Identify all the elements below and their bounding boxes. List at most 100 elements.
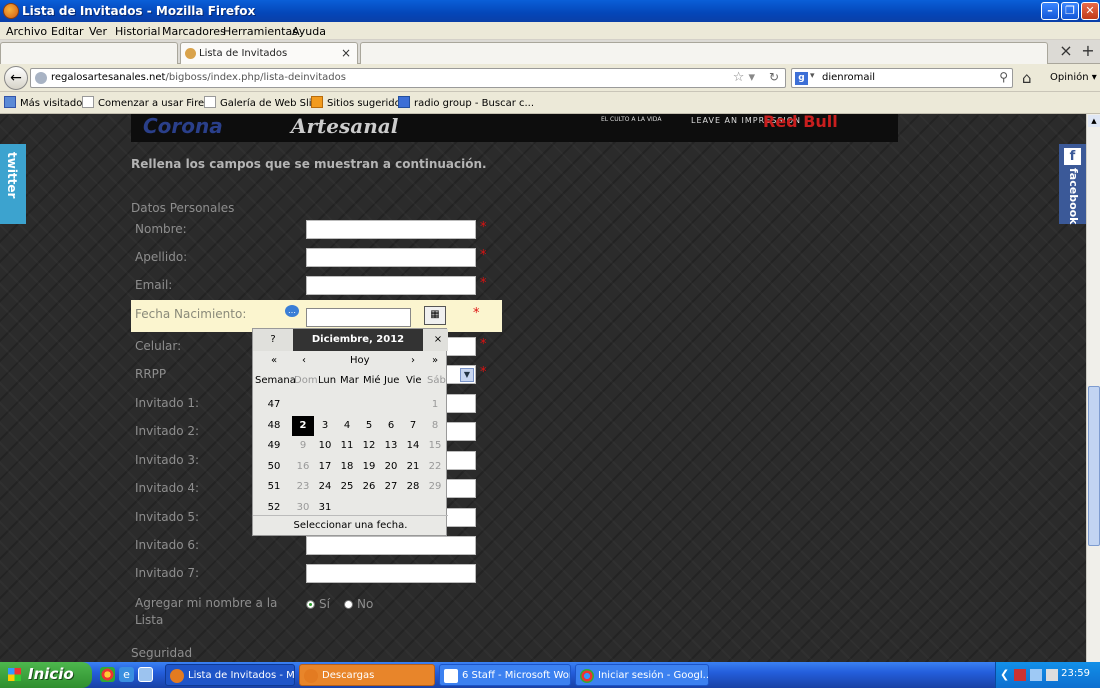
tray-back-icon[interactable]: ❮ <box>1000 668 1009 681</box>
maximize-button[interactable]: ❐ <box>1061 2 1079 20</box>
opinion-button[interactable]: Opinión ▾ <box>1050 72 1097 83</box>
menu-herramientas[interactable]: Herramientas <box>223 25 298 38</box>
google-engine-icon[interactable]: g <box>795 72 808 85</box>
bookmark-star-icon[interactable]: ☆ ▾ <box>733 70 755 85</box>
task-firefox[interactable]: Lista de Invitados - M... <box>165 664 295 686</box>
home-icon[interactable]: ⌂ <box>1022 69 1032 87</box>
bookmark-radio-group[interactable]: radio group - Buscar c... <box>398 96 534 109</box>
calendar-day[interactable]: 26 <box>358 477 380 497</box>
scroll-up-icon[interactable]: ▲ <box>1088 115 1100 127</box>
calendar-day[interactable]: 21 <box>402 457 424 477</box>
bookmark-comenzar[interactable]: Comenzar a usar Firef... <box>82 96 216 109</box>
facebook-side-tab[interactable]: f facebook <box>1059 144 1086 225</box>
url-text[interactable]: regalosartesanales.net/bigboss/index.php… <box>51 72 346 83</box>
calendar-button-icon[interactable]: ▦ <box>424 306 446 325</box>
calendar-day[interactable]: 5 <box>358 416 380 436</box>
calendar-day[interactable]: 29 <box>424 477 446 497</box>
calendar-day[interactable]: 4 <box>336 416 358 436</box>
vertical-scrollbar[interactable]: ▲ <box>1086 114 1100 662</box>
calendar-day[interactable]: 3 <box>314 416 336 436</box>
calendar-day[interactable]: 17 <box>314 457 336 477</box>
calendar-day[interactable]: 1 <box>424 395 446 415</box>
tab-lista-invitados[interactable]: Lista de Invitados × <box>180 42 358 64</box>
search-value[interactable]: dienromail <box>822 72 875 83</box>
radio-si-circle[interactable] <box>306 600 315 609</box>
menu-editar[interactable]: Editar <box>51 25 84 38</box>
tray-security-icon[interactable] <box>1014 669 1026 681</box>
chrome-quicklaunch-icon[interactable] <box>100 667 115 682</box>
help-bubble-icon[interactable]: … <box>285 305 299 317</box>
tab-list-close-icon[interactable]: × <box>1054 42 1078 62</box>
new-tab-icon[interactable]: + <box>1076 42 1100 62</box>
calendar-day[interactable]: 24 <box>314 477 336 497</box>
calendar-day[interactable]: 9 <box>292 436 314 456</box>
url-bar[interactable]: regalosartesanales.net/bigboss/index.php… <box>30 68 786 88</box>
calendar-day[interactable]: 8 <box>424 416 446 436</box>
tray-volume-icon[interactable] <box>1046 669 1058 681</box>
calendar-day[interactable]: 6 <box>380 416 402 436</box>
calendar-day[interactable]: 18 <box>336 457 358 477</box>
prev-month-button[interactable]: ‹ <box>302 355 306 366</box>
calendar-day[interactable]: 2 <box>292 415 314 436</box>
desktop-quicklaunch-icon[interactable] <box>138 667 153 682</box>
minimize-button[interactable]: – <box>1041 2 1059 20</box>
calendar-close-button[interactable]: × <box>428 329 448 351</box>
calendar-day[interactable]: 27 <box>380 477 402 497</box>
tab-blank[interactable] <box>0 42 178 64</box>
calendar-help-button[interactable]: ? <box>253 329 293 351</box>
email-input[interactable] <box>306 276 476 295</box>
start-button[interactable]: Inicio <box>0 662 92 688</box>
calendar-day[interactable]: 16 <box>292 457 314 477</box>
back-arrow-icon[interactable]: ← <box>4 66 28 90</box>
search-icon[interactable]: ⚲ <box>999 70 1008 84</box>
task-word[interactable]: 6 Staff - Microsoft Word <box>439 664 571 686</box>
calendar-day[interactable]: 19 <box>358 457 380 477</box>
calendar-day[interactable]: 14 <box>402 436 424 456</box>
calendar-day[interactable]: 23 <box>292 477 314 497</box>
bookmark-galeria[interactable]: Galería de Web Slice <box>204 96 323 109</box>
calendar-day[interactable]: 15 <box>424 436 446 456</box>
ie-quicklaunch-icon[interactable]: e <box>119 667 134 682</box>
apellido-input[interactable] <box>306 248 476 267</box>
calendar-day[interactable]: 12 <box>358 436 380 456</box>
next-month-button[interactable]: › <box>411 355 415 366</box>
menu-historial[interactable]: Historial <box>115 25 160 38</box>
invitado-6-input[interactable] <box>306 536 476 555</box>
radio-no-circle[interactable] <box>344 600 353 609</box>
fecha-nacimiento-input[interactable] <box>306 308 411 327</box>
menu-ayuda[interactable]: Ayuda <box>292 25 326 38</box>
radio-si-label: Sí <box>319 597 330 611</box>
twitter-side-tab[interactable]: twitter <box>0 144 26 224</box>
today-button[interactable]: Hoy <box>350 355 370 366</box>
task-descargas[interactable]: Descargas <box>299 664 435 686</box>
calendar-day[interactable]: 25 <box>336 477 358 497</box>
tab-close-icon[interactable]: × <box>341 46 351 60</box>
nombre-input[interactable] <box>306 220 476 239</box>
next-year-button[interactable]: » <box>432 355 438 366</box>
task-chrome[interactable]: Iniciar sesión - Googl... <box>575 664 709 686</box>
invitado-7-input[interactable] <box>306 564 476 583</box>
menu-archivo[interactable]: Archivo <box>6 25 47 38</box>
calendar-day[interactable]: 20 <box>380 457 402 477</box>
tab-blank-2[interactable] <box>360 42 1048 64</box>
calendar-day[interactable]: 10 <box>314 436 336 456</box>
radio-no[interactable]: No <box>344 597 373 611</box>
bookmark-mas-visitados[interactable]: Más visitados <box>4 96 88 109</box>
tray-network-icon[interactable] <box>1030 669 1042 681</box>
calendar-day[interactable]: 28 <box>402 477 424 497</box>
calendar-day[interactable]: 11 <box>336 436 358 456</box>
search-bar[interactable]: g ▾ dienromail ⚲ <box>791 68 1013 88</box>
engine-dropdown-icon[interactable]: ▾ <box>810 71 815 81</box>
radio-si[interactable]: Sí <box>306 597 330 611</box>
reload-icon[interactable]: ↻ <box>769 70 779 84</box>
bookmark-sitios-sugeridos[interactable]: Sitios sugeridos <box>311 96 406 109</box>
select-arrow-icon[interactable]: ▼ <box>460 368 474 382</box>
calendar-day[interactable]: 22 <box>424 457 446 477</box>
menu-ver[interactable]: Ver <box>89 25 107 38</box>
menu-marcadores[interactable]: Marcadores <box>162 25 226 38</box>
prev-year-button[interactable]: « <box>271 355 277 366</box>
calendar-day[interactable]: 7 <box>402 416 424 436</box>
scrollbar-thumb[interactable] <box>1088 386 1100 546</box>
close-window-button[interactable]: ✕ <box>1081 2 1099 20</box>
calendar-day[interactable]: 13 <box>380 436 402 456</box>
